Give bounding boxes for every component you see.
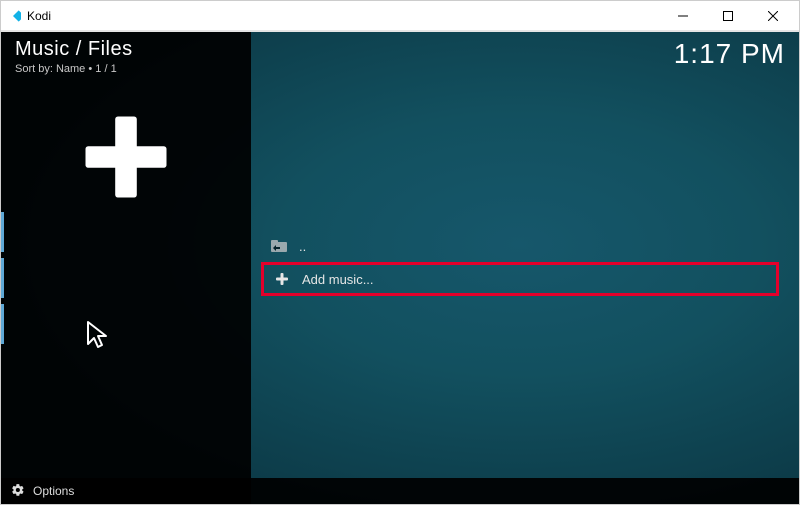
list-item-parent[interactable]: .. xyxy=(261,232,779,260)
left-edge-markers xyxy=(1,212,4,332)
breadcrumb-area: Music / Files Sort by: Name • 1 / 1 xyxy=(15,38,133,75)
position-indicator: 1 / 1 xyxy=(95,63,116,75)
add-music-label: Add music... xyxy=(302,272,770,287)
app-window: Kodi Music / Files Sort by: Name • 1 / 1 xyxy=(0,0,800,505)
plus-icon xyxy=(81,112,171,202)
content-area: .. Add music... xyxy=(1,32,799,504)
cursor-icon xyxy=(86,320,110,355)
sort-info: Sort by: Name • 1 / 1 xyxy=(15,63,133,75)
plus-small-icon xyxy=(272,272,292,286)
header-row: Music / Files Sort by: Name • 1 / 1 xyxy=(15,38,785,75)
parent-label: .. xyxy=(299,239,771,254)
sidebar xyxy=(1,32,251,504)
footer-bar: Options xyxy=(1,478,799,504)
kodi-app-area: Music / Files Sort by: Name • 1 / 1 1:17… xyxy=(1,32,799,504)
clock: 1:17 PM xyxy=(674,38,785,70)
options-button[interactable]: Options xyxy=(33,484,74,498)
window-maximize-button[interactable] xyxy=(705,2,750,30)
back-arrow-icon xyxy=(269,240,289,252)
kodi-app-icon xyxy=(5,8,21,24)
breadcrumb: Music / Files xyxy=(15,38,133,61)
list-item-add-music[interactable]: Add music... xyxy=(261,262,779,296)
main-panel: .. Add music... xyxy=(251,32,799,504)
window-close-button[interactable] xyxy=(750,2,795,30)
sort-by-label[interactable]: Sort by: Name xyxy=(15,63,85,75)
window-titlebar: Kodi xyxy=(1,1,799,31)
file-list: .. Add music... xyxy=(261,232,779,296)
sidebar-thumbnail xyxy=(1,112,251,202)
gear-icon[interactable] xyxy=(11,483,25,500)
window-title: Kodi xyxy=(27,9,51,23)
window-minimize-button[interactable] xyxy=(660,2,705,30)
